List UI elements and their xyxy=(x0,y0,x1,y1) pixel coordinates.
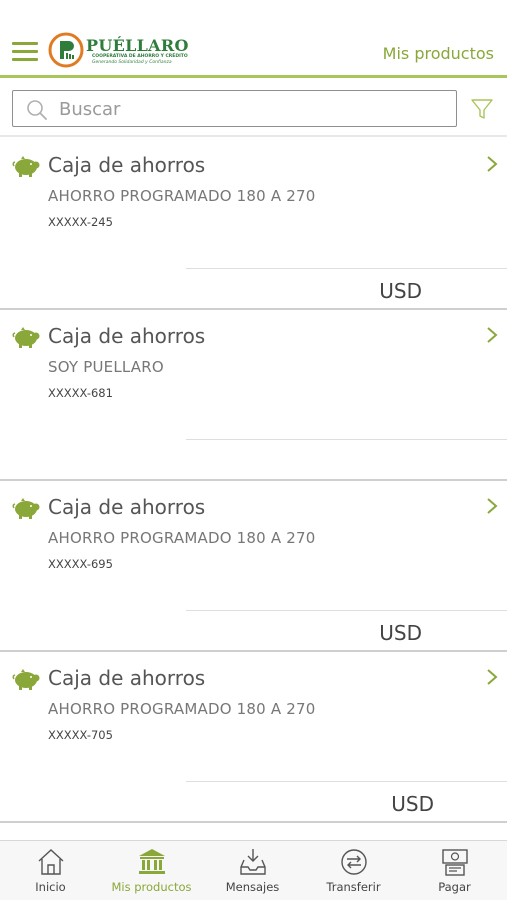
piggy-bank-icon xyxy=(12,669,40,690)
nav-label: Mensajes xyxy=(225,880,280,894)
product-type: Caja de ahorros xyxy=(48,495,206,519)
product-card[interactable]: Caja de ahorros AHORRO PROGRAMADO 180 A … xyxy=(0,652,507,823)
nav-label: Pagar xyxy=(438,880,471,894)
nav-item-mensajes[interactable]: Mensajes xyxy=(202,841,303,900)
transfer-icon xyxy=(341,849,367,875)
nav-label: Mis productos xyxy=(111,880,192,894)
bottom-nav: Inicio Mis productos Mensajes Transferir xyxy=(0,840,507,900)
logo-name: PUÉLLARO xyxy=(86,36,189,55)
nav-item-inicio[interactable]: Inicio xyxy=(0,841,101,900)
bank-icon xyxy=(139,849,165,874)
product-card[interactable]: Caja de ahorros SOY PUELLARO XXXXX-681 xyxy=(0,310,507,481)
menu-icon[interactable] xyxy=(12,42,38,62)
chevron-right-icon[interactable] xyxy=(486,326,498,344)
piggy-bank-icon xyxy=(12,327,40,348)
product-type: Caja de ahorros xyxy=(48,666,206,690)
currency-label: USD xyxy=(379,279,422,303)
nav-item-transferir[interactable]: Transferir xyxy=(303,841,404,900)
account-number: XXXXX-681 xyxy=(48,386,113,400)
home-icon xyxy=(38,849,64,875)
logo-tagline: Generando Solidaridad y Confianza xyxy=(92,60,172,65)
product-name: AHORRO PROGRAMADO 180 A 270 xyxy=(48,187,316,205)
piggy-bank-icon xyxy=(12,498,40,519)
product-card[interactable]: Caja de ahorros AHORRO PROGRAMADO 180 A … xyxy=(0,481,507,652)
product-card[interactable]: Caja de ahorros AHORRO PROGRAMADO 180 A … xyxy=(0,139,507,310)
search-placeholder: Buscar xyxy=(59,99,121,120)
page-title: Mis productos xyxy=(382,44,494,63)
piggy-bank-icon xyxy=(12,156,40,177)
product-name: AHORRO PROGRAMADO 180 A 270 xyxy=(48,529,316,547)
search-bar: Buscar xyxy=(0,81,507,137)
currency-label: USD xyxy=(391,792,434,816)
filter-icon[interactable] xyxy=(470,97,494,121)
divider xyxy=(186,781,507,782)
divider xyxy=(186,439,507,440)
app-header: PUÉLLARO COOPERATIVA DE AHORRO Y CRÉDITO… xyxy=(0,0,507,78)
search-icon xyxy=(27,100,47,120)
search-input[interactable]: Buscar xyxy=(12,90,457,127)
nav-item-pagar[interactable]: Pagar xyxy=(404,841,505,900)
product-name: SOY PUELLARO xyxy=(48,358,164,376)
payment-icon xyxy=(442,849,468,876)
inbox-icon xyxy=(240,849,266,875)
product-type: Caja de ahorros xyxy=(48,324,206,348)
nav-label: Transferir xyxy=(326,880,381,894)
product-type: Caja de ahorros xyxy=(48,153,206,177)
divider xyxy=(186,268,507,269)
product-name: AHORRO PROGRAMADO 180 A 270 xyxy=(48,700,316,718)
chevron-right-icon[interactable] xyxy=(486,668,498,686)
brand-logo: PUÉLLARO COOPERATIVA DE AHORRO Y CRÉDITO… xyxy=(48,32,188,70)
currency-label: USD xyxy=(379,621,422,645)
account-number: XXXXX-705 xyxy=(48,728,113,742)
chevron-right-icon[interactable] xyxy=(486,155,498,173)
logo-mark-icon xyxy=(48,32,84,68)
chevron-right-icon[interactable] xyxy=(486,497,498,515)
account-number: XXXXX-695 xyxy=(48,557,113,571)
account-number: XXXXX-245 xyxy=(48,215,113,229)
nav-item-mis-productos[interactable]: Mis productos xyxy=(101,841,202,900)
divider xyxy=(186,610,507,611)
nav-label: Inicio xyxy=(35,880,66,894)
logo-subtitle: COOPERATIVA DE AHORRO Y CRÉDITO xyxy=(92,54,188,59)
